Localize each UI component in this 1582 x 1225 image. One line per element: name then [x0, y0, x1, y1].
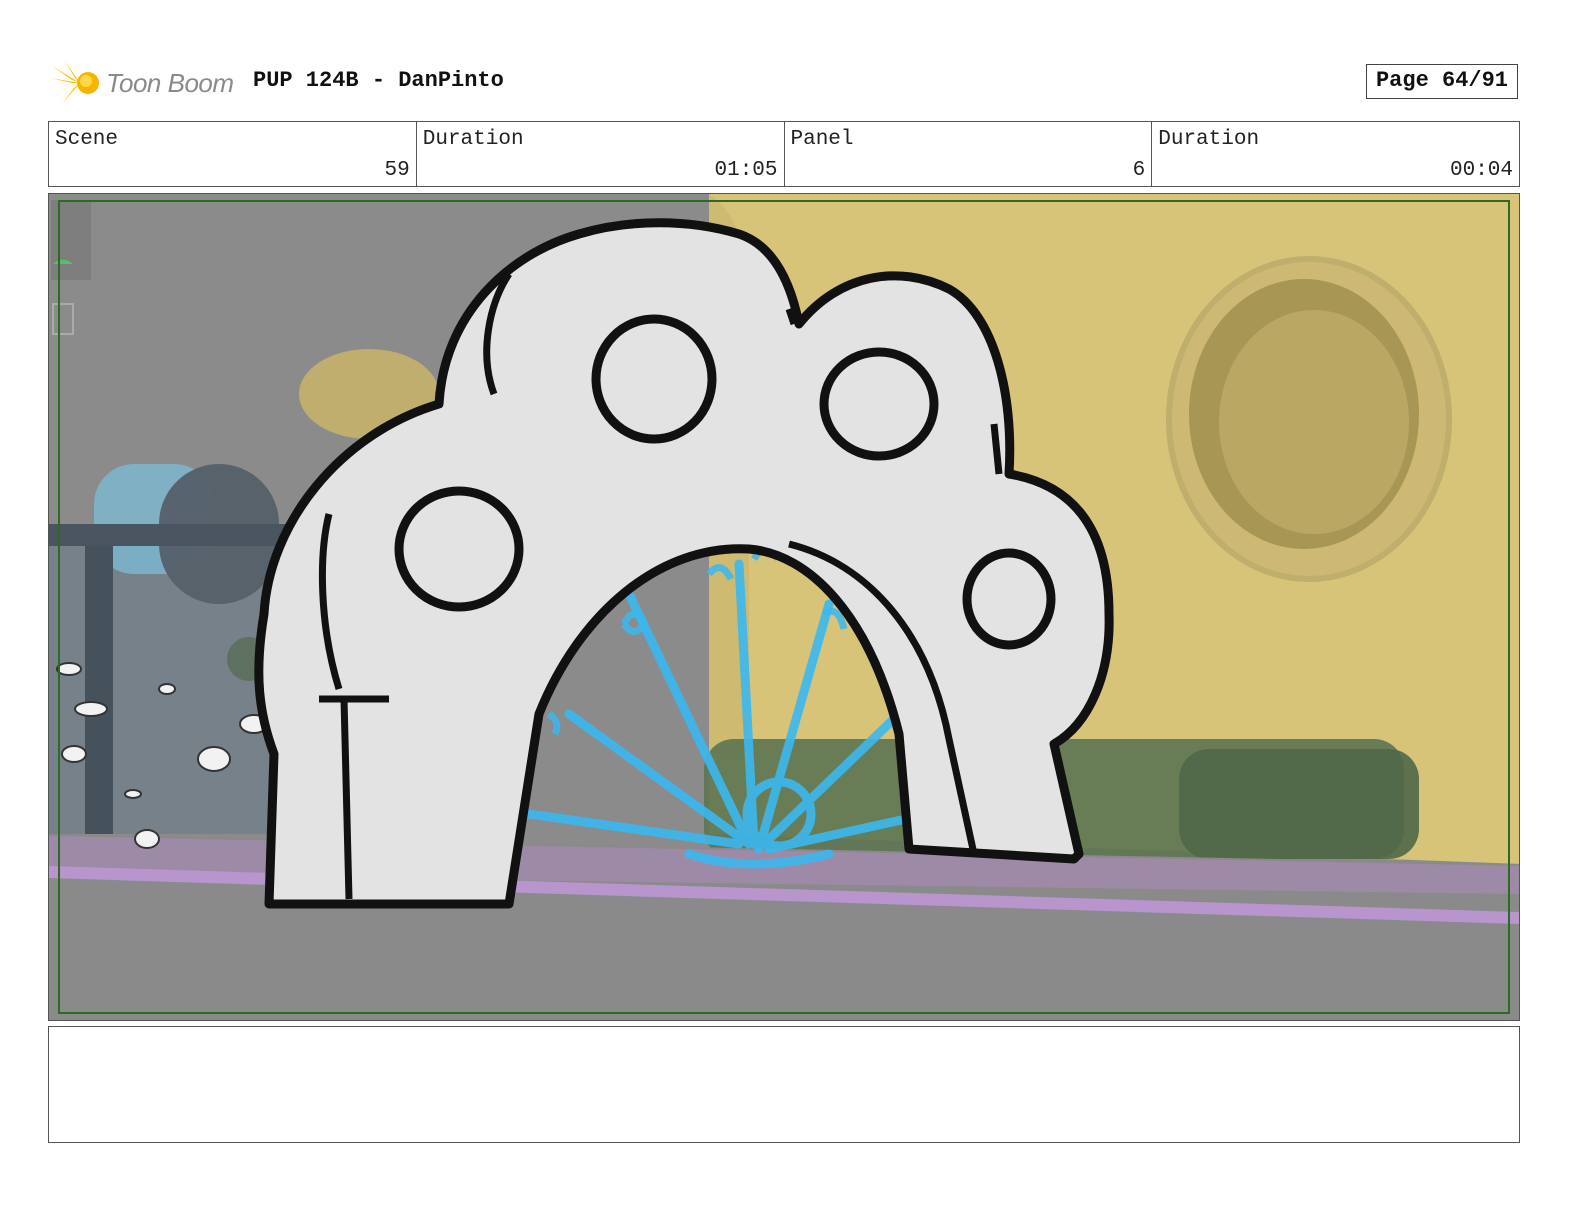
project-title: PUP 124B - DanPinto — [253, 68, 504, 93]
page-header: Toon Boom PUP 124B - DanPinto Page 64/91 — [48, 52, 1538, 112]
panel-notes — [48, 1026, 1520, 1143]
panel-drawing — [49, 194, 1519, 1020]
logo-text: Toon Boom — [106, 68, 234, 98]
panel-duration-label: Duration — [1158, 128, 1260, 151]
panel-duration-value: 00:04 — [1449, 159, 1513, 182]
panel-value: 6 — [1132, 159, 1146, 182]
scene-duration-cell: Duration 01:05 — [417, 122, 785, 186]
page-number: Page 64/91 — [1366, 64, 1518, 99]
scene-duration-label: Duration — [422, 128, 524, 151]
storyboard-panel — [48, 193, 1520, 1021]
scene-label: Scene — [55, 128, 119, 151]
panel-cell: Panel 6 — [785, 122, 1153, 186]
scene-duration-value: 01:05 — [714, 159, 778, 182]
starburst-icon — [50, 58, 99, 104]
scene-info-row: Scene 59 Duration 01:05 Panel 6 Duration… — [48, 121, 1520, 187]
scene-cell: Scene 59 — [49, 122, 417, 186]
toon-boom-logo: Toon Boom — [50, 54, 250, 110]
panel-duration-cell: Duration 00:04 — [1152, 122, 1519, 186]
panel-label: Panel — [790, 128, 854, 151]
scene-value: 59 — [384, 159, 410, 182]
